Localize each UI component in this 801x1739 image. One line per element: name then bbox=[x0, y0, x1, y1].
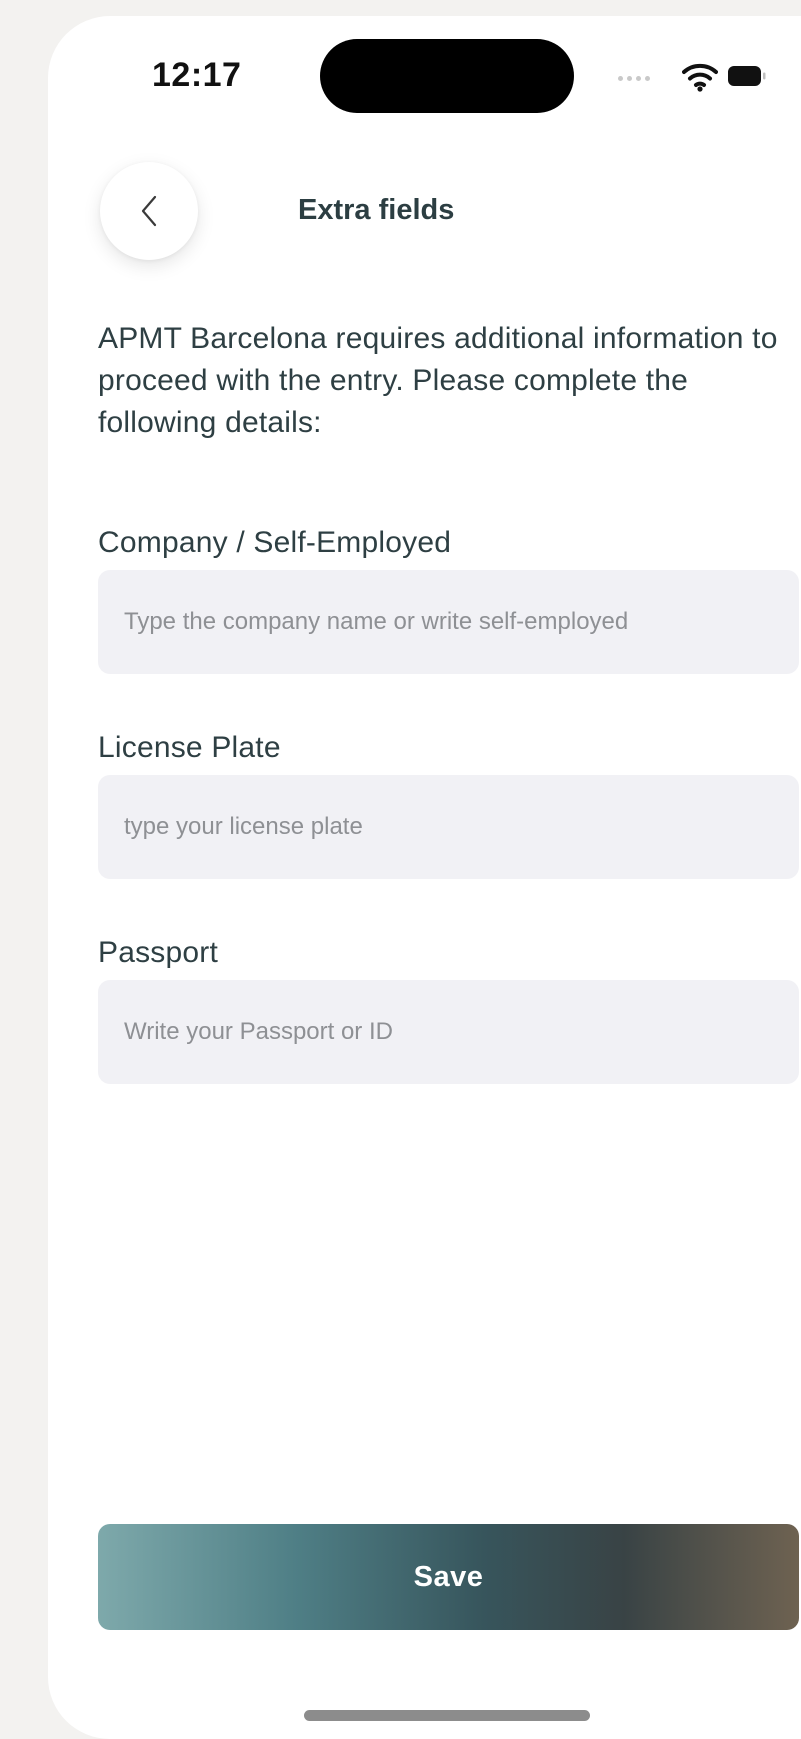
cellular-signal-icon bbox=[618, 76, 650, 81]
license-plate-input[interactable] bbox=[98, 775, 799, 879]
battery-icon bbox=[728, 66, 766, 86]
company-input[interactable] bbox=[98, 570, 799, 674]
dynamic-island bbox=[320, 39, 574, 113]
passport-input[interactable] bbox=[98, 980, 799, 1084]
save-button[interactable]: Save bbox=[98, 1524, 799, 1630]
license-plate-field-label: License Plate bbox=[98, 731, 281, 764]
back-button[interactable] bbox=[100, 162, 198, 260]
passport-field-label: Passport bbox=[98, 936, 218, 969]
home-indicator[interactable] bbox=[304, 1710, 590, 1721]
page-title: Extra fields bbox=[298, 194, 455, 226]
wifi-icon bbox=[682, 63, 718, 92]
status-bar-time: 12:17 bbox=[152, 56, 242, 94]
chevron-left-icon bbox=[141, 195, 157, 227]
phone-screen: 12:17 Extra fields APMT Barcelona requir… bbox=[48, 16, 801, 1739]
company-field-label: Company / Self-Employed bbox=[98, 526, 452, 559]
intro-text: APMT Barcelona requires additional infor… bbox=[98, 322, 778, 439]
